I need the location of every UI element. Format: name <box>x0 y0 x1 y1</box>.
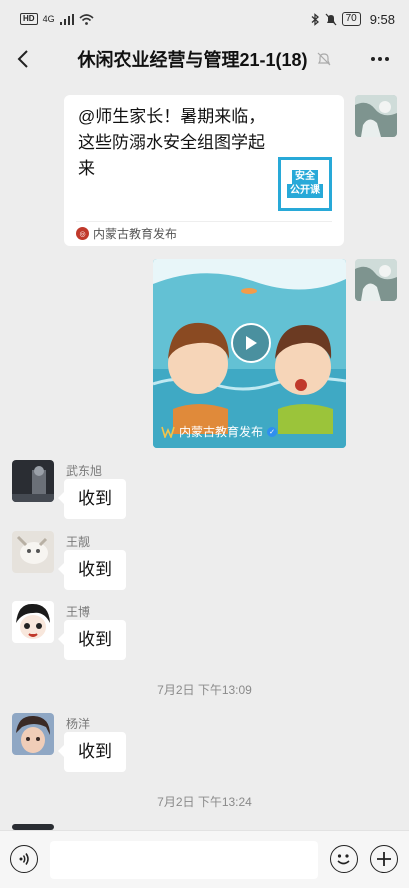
emoji-icon <box>337 854 350 865</box>
link-card[interactable]: @师生家长！暑期来临，这些防溺水安全组图学起来 安全 公开课 ◎ 内蒙古教育发布 <box>64 95 344 246</box>
message-input[interactable] <box>50 841 318 879</box>
verified-icon: ✓ <box>267 426 278 437</box>
timestamp: 7月2日 下午13:24 <box>157 795 252 809</box>
sender-name: 杨洋 <box>66 717 91 731</box>
wifi-icon <box>79 13 94 25</box>
avatar[interactable] <box>12 460 54 502</box>
plus-button[interactable] <box>370 845 398 873</box>
message-bubble[interactable]: 收到 <box>58 620 126 660</box>
more-button[interactable] <box>367 46 393 72</box>
plus-icon <box>377 852 391 866</box>
avatar[interactable] <box>12 531 54 573</box>
status-bar: HD 4G 70 9:58 <box>0 0 409 38</box>
hd-badge: HD <box>20 13 38 25</box>
chat-header: 休闲农业经营与管理21-1(18) <box>0 38 409 80</box>
message-bubble[interactable]: 收到 <box>58 732 126 772</box>
back-button[interactable] <box>10 46 36 72</box>
avatar[interactable] <box>12 713 54 755</box>
sender-name: 王靓 <box>66 535 91 549</box>
card-thumbnail: 安全 公开课 <box>278 157 332 211</box>
input-bar <box>0 830 409 888</box>
network-label: 4G <box>42 14 55 24</box>
more-dots-icon <box>371 57 389 61</box>
sender-name: 武东旭 <box>66 464 103 478</box>
thumb-line1: 安全 <box>292 170 318 184</box>
signal-icon <box>59 13 74 25</box>
card-title: @师生家长！暑期来临，这些防溺水安全组图学起来 <box>78 107 266 178</box>
battery-indicator: 70 <box>341 12 361 26</box>
play-button[interactable] <box>231 323 271 363</box>
emoji-button[interactable] <box>330 845 358 873</box>
avatar[interactable] <box>355 95 397 137</box>
bell-off-icon <box>317 52 330 66</box>
bell-off-icon <box>325 13 337 25</box>
voice-button[interactable] <box>10 845 38 873</box>
voice-icon <box>19 853 29 865</box>
chat-title: 休闲农业经营与管理21-1(18) <box>77 50 308 70</box>
chevron-left-icon <box>17 50 28 68</box>
divider <box>76 221 332 222</box>
thumb-line2: 公开课 <box>287 184 323 198</box>
video-source: 内蒙古教育发布 ✓ <box>161 423 278 440</box>
status-time: 9:58 <box>369 11 395 27</box>
card-source-label: 内蒙古教育发布 <box>93 227 178 241</box>
sender-name: 王博 <box>66 605 91 619</box>
bluetooth-icon <box>311 12 319 26</box>
message-bubble[interactable]: 收到 <box>58 550 126 590</box>
video-message[interactable]: 内蒙古教育发布 ✓ <box>153 259 346 448</box>
timestamp: 7月2日 下午13:09 <box>157 683 252 697</box>
message-bubble[interactable]: 收到 <box>58 479 126 519</box>
play-icon <box>246 336 257 350</box>
video-source-label: 内蒙古教育发布 <box>179 425 264 439</box>
avatar[interactable] <box>355 259 397 301</box>
channel-logo-icon <box>161 426 175 438</box>
source-logo-icon: ◎ <box>76 227 89 240</box>
card-source: ◎ 内蒙古教育发布 <box>76 225 177 242</box>
avatar[interactable] <box>12 601 54 643</box>
